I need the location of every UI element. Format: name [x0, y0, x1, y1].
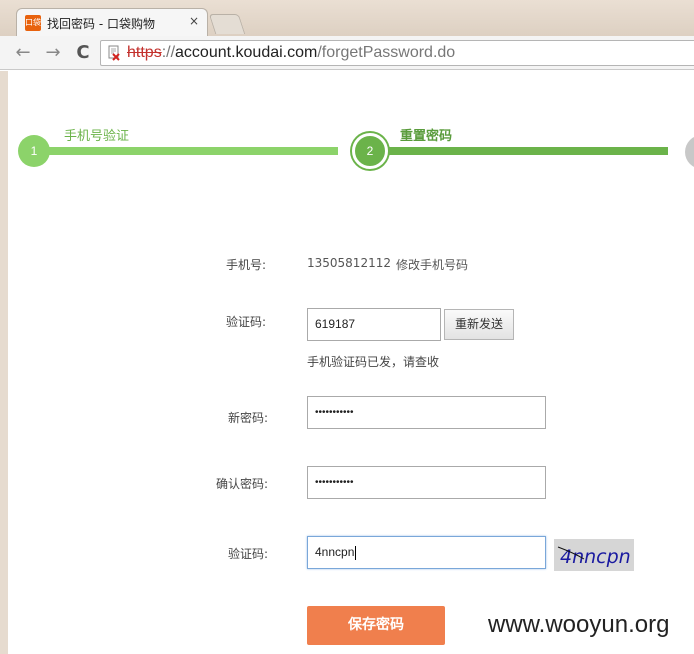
url-text: https://account.koudai.com/forgetPasswor… [127, 44, 455, 62]
step-1-bar [38, 147, 338, 155]
close-icon[interactable]: × [189, 14, 199, 28]
step-2-circle: 2 [352, 133, 388, 169]
captcha-image-art: 4nncpn [554, 539, 634, 571]
resend-code-button[interactable]: 重新发送 [444, 309, 514, 340]
back-arrow-icon[interactable]: ← [12, 42, 34, 64]
url-path: /forgetPassword.do [317, 44, 456, 61]
step-2-bar [368, 147, 668, 155]
sms-sent-hint: 手机验证码已发，请查收 [307, 355, 440, 369]
browser-tab-strip: 口袋 找回密码 - 口袋购物 × [0, 0, 694, 36]
step-2-label: 重置密码 [400, 129, 453, 144]
new-password-label: 新密码: [228, 411, 269, 425]
forward-arrow-icon[interactable]: → [42, 42, 64, 64]
browser-tab[interactable]: 口袋 找回密码 - 口袋购物 × [16, 8, 208, 36]
step-1-circle: 1 [18, 135, 50, 167]
captcha-image-text: 4nncpn [560, 546, 631, 568]
change-phone-link[interactable]: 修改手机号码 [396, 256, 468, 273]
save-password-button[interactable]: 保存密码 [307, 606, 445, 645]
phone-label: 手机号: [226, 258, 267, 272]
new-tab-button[interactable] [208, 14, 246, 34]
insecure-lock-icon [108, 45, 120, 61]
step-3-circle [685, 135, 694, 169]
sms-code-input[interactable]: 619187 [307, 308, 441, 341]
sms-code-label: 验证码: [226, 315, 267, 329]
captcha-input[interactable]: 4nncpn [307, 536, 546, 569]
step-1-label: 手机号验证 [64, 129, 130, 144]
captcha-input-text: 4nncpn [315, 545, 355, 559]
watermark-text: www.wooyun.org [488, 611, 670, 638]
reload-icon[interactable]: C [72, 42, 94, 64]
confirm-password-input[interactable]: ••••••••••• [307, 466, 546, 499]
tab-title: 找回密码 - 口袋购物 [47, 17, 155, 31]
url-separator: :// [161, 44, 176, 61]
text-caret [355, 545, 357, 560]
phone-number: 13505812112 [307, 256, 391, 270]
window-edge [0, 71, 8, 654]
captcha-label: 验证码: [228, 547, 269, 561]
url-host: account.koudai.com [175, 44, 318, 61]
page-content: 1 手机号验证 2 重置密码 手机号: 13505812112 修改手机号码 验… [8, 71, 694, 654]
confirm-password-label: 确认密码: [216, 477, 269, 491]
captcha-image[interactable]: 4nncpn [554, 539, 634, 571]
koudai-favicon-icon: 口袋 [25, 15, 41, 31]
browser-toolbar: ← → C https://account.koudai.com/forgetP… [0, 36, 694, 70]
url-protocol: https [127, 44, 162, 61]
new-password-input[interactable]: ••••••••••• [307, 396, 546, 429]
address-bar[interactable]: https://account.koudai.com/forgetPasswor… [100, 40, 694, 66]
